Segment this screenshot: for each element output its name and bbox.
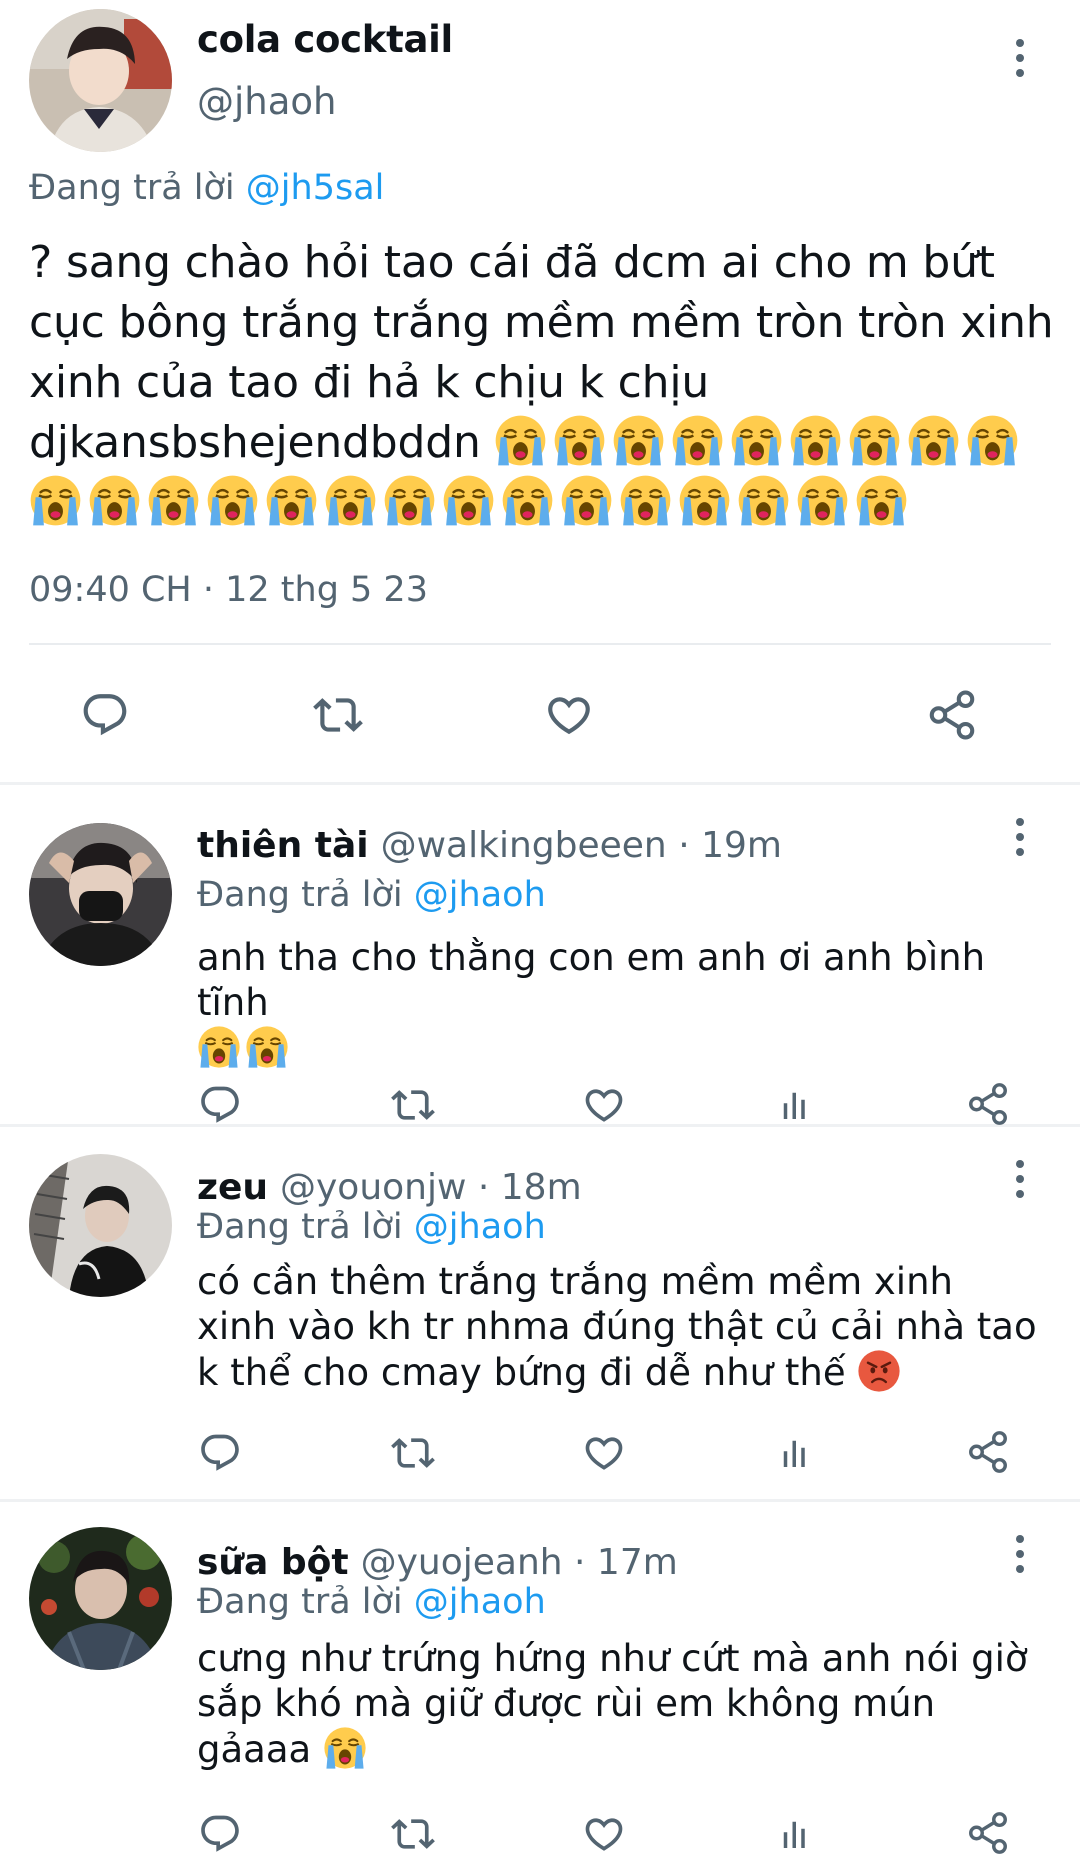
- reply-body: có cần thêm trắng trắng mềm mềm xinh xin…: [197, 1260, 1037, 1394]
- loudly-crying-face-icon: [907, 414, 960, 467]
- retweet-icon[interactable]: [390, 1812, 436, 1856]
- analytics-icon[interactable]: [775, 1431, 817, 1475]
- loudly-crying-face-icon: [29, 474, 82, 527]
- replying-prefix: Đang trả lời: [29, 168, 235, 208]
- reply-tweet[interactable]: zeu @youonjw · 18m Đang trả lời @jhaoh có…: [0, 1127, 1080, 1502]
- loudly-crying-face-icon: [619, 474, 672, 527]
- replying-mention[interactable]: @jhaoh: [414, 1582, 546, 1622]
- loudly-crying-face-icon: [245, 1025, 289, 1069]
- divider: [29, 643, 1051, 645]
- like-icon[interactable]: [581, 1812, 627, 1856]
- retweet-icon[interactable]: [390, 1431, 436, 1475]
- avatar[interactable]: [29, 1154, 172, 1297]
- reply-text: anh tha cho thằng con em anh ơi anh bình…: [197, 935, 1037, 1071]
- loudly-crying-face-icon: [737, 474, 790, 527]
- loudly-crying-face-icon: [501, 474, 554, 527]
- reply-icon[interactable]: [80, 690, 130, 740]
- replying-mention[interactable]: @jh5sal: [246, 168, 385, 208]
- avatar[interactable]: [29, 9, 172, 152]
- loudly-crying-face-icon: [730, 414, 783, 467]
- retweet-icon[interactable]: [390, 1083, 436, 1127]
- loudly-crying-face-icon: [88, 474, 141, 527]
- more-icon[interactable]: [1005, 1529, 1035, 1579]
- loudly-crying-face-icon: [324, 474, 377, 527]
- reply-icon[interactable]: [198, 1812, 242, 1856]
- reply-header: sữa bột @yuojeanh · 17m: [197, 1542, 678, 1583]
- replying-prefix: Đang trả lời: [197, 1582, 403, 1622]
- loudly-crying-face-icon: [612, 414, 665, 467]
- replying-mention[interactable]: @jhaoh: [414, 1207, 546, 1247]
- share-icon[interactable]: [965, 1429, 1011, 1475]
- loudly-crying-face-icon: [494, 414, 547, 467]
- share-icon[interactable]: [965, 1810, 1011, 1856]
- loudly-crying-face-icon: [796, 474, 849, 527]
- like-icon[interactable]: [581, 1431, 627, 1475]
- relative-time[interactable]: · 17m: [574, 1542, 678, 1583]
- loudly-crying-face-icon: [855, 474, 908, 527]
- retweet-icon[interactable]: [312, 690, 364, 740]
- replying-prefix: Đang trả lời: [197, 1207, 403, 1247]
- more-icon[interactable]: [1005, 812, 1035, 862]
- pouting-face-icon: [857, 1349, 901, 1393]
- replying-prefix: Đang trả lời: [197, 875, 403, 915]
- reply-body: anh tha cho thằng con em anh ơi anh bình…: [197, 936, 986, 1024]
- reply-text: có cần thêm trắng trắng mềm mềm xinh xin…: [197, 1259, 1037, 1395]
- loudly-crying-face-icon: [671, 414, 724, 467]
- loudly-crying-face-icon: [442, 474, 495, 527]
- handle[interactable]: @walkingbeeen: [381, 825, 667, 866]
- share-icon[interactable]: [925, 688, 979, 742]
- loudly-crying-face-icon: [789, 414, 842, 467]
- loudly-crying-face-icon: [265, 474, 318, 527]
- relative-time[interactable]: · 19m: [678, 825, 782, 866]
- reply-header: zeu @youonjw · 18m: [197, 1167, 582, 1208]
- relative-time[interactable]: · 18m: [478, 1167, 582, 1208]
- loudly-crying-face-icon: [560, 474, 613, 527]
- like-icon[interactable]: [543, 690, 595, 740]
- display-name[interactable]: sữa bột: [197, 1542, 349, 1583]
- display-name[interactable]: cola cocktail: [197, 18, 453, 61]
- loudly-crying-face-icon: [848, 414, 901, 467]
- handle[interactable]: @yuojeanh: [361, 1542, 563, 1583]
- reply-header: thiên tài @walkingbeeen · 19m: [197, 825, 782, 866]
- loudly-crying-face-icon: [206, 474, 259, 527]
- more-icon[interactable]: [1005, 33, 1035, 83]
- loudly-crying-face-icon: [197, 1025, 241, 1069]
- loudly-crying-face-icon: [147, 474, 200, 527]
- handle[interactable]: @jhaoh: [197, 80, 337, 123]
- avatar[interactable]: [29, 1527, 172, 1670]
- timestamp[interactable]: 09:40 CH · 12 thg 5 23: [29, 570, 428, 610]
- replying-to: Đang trả lời @jhaoh: [197, 1582, 546, 1622]
- share-icon[interactable]: [965, 1081, 1011, 1127]
- reply-tweet[interactable]: sữa bột @yuojeanh · 17m Đang trả lời @jha…: [0, 1502, 1080, 1871]
- reply-tweet[interactable]: thiên tài @walkingbeeen · 19m Đang trả lờ…: [0, 785, 1080, 1127]
- loudly-crying-face-icon: [678, 474, 731, 527]
- reply-text: cưng như trứng hứng như cứt mà anh nói g…: [197, 1636, 1037, 1772]
- loudly-crying-face-icon: [966, 414, 1019, 467]
- loudly-crying-face-icon: [383, 474, 436, 527]
- replying-to: Đang trả lời @jh5sal: [29, 168, 384, 208]
- loudly-crying-face-icon: [323, 1726, 367, 1770]
- replying-to: Đang trả lời @jhaoh: [197, 875, 546, 915]
- loudly-crying-face-icon: [553, 414, 606, 467]
- reply-icon[interactable]: [198, 1431, 242, 1475]
- analytics-icon[interactable]: [775, 1083, 817, 1127]
- handle[interactable]: @youonjw: [280, 1167, 466, 1208]
- display-name[interactable]: zeu: [197, 1167, 268, 1208]
- analytics-icon[interactable]: [775, 1812, 817, 1856]
- reply-body: cưng như trứng hứng như cứt mà anh nói g…: [197, 1637, 1028, 1771]
- reply-icon[interactable]: [198, 1083, 242, 1127]
- replying-mention[interactable]: @jhaoh: [414, 875, 546, 915]
- replying-to: Đang trả lời @jhaoh: [197, 1207, 546, 1247]
- display-name[interactable]: thiên tài: [197, 825, 369, 866]
- tweet-text: ? sang chào hỏi tao cái đã dcm ai cho m …: [29, 233, 1059, 533]
- more-icon[interactable]: [1005, 1154, 1035, 1204]
- like-icon[interactable]: [581, 1083, 627, 1127]
- main-tweet[interactable]: cola cocktail @jhaoh Đang trả lời @jh5sa…: [0, 0, 1080, 785]
- avatar[interactable]: [29, 823, 172, 966]
